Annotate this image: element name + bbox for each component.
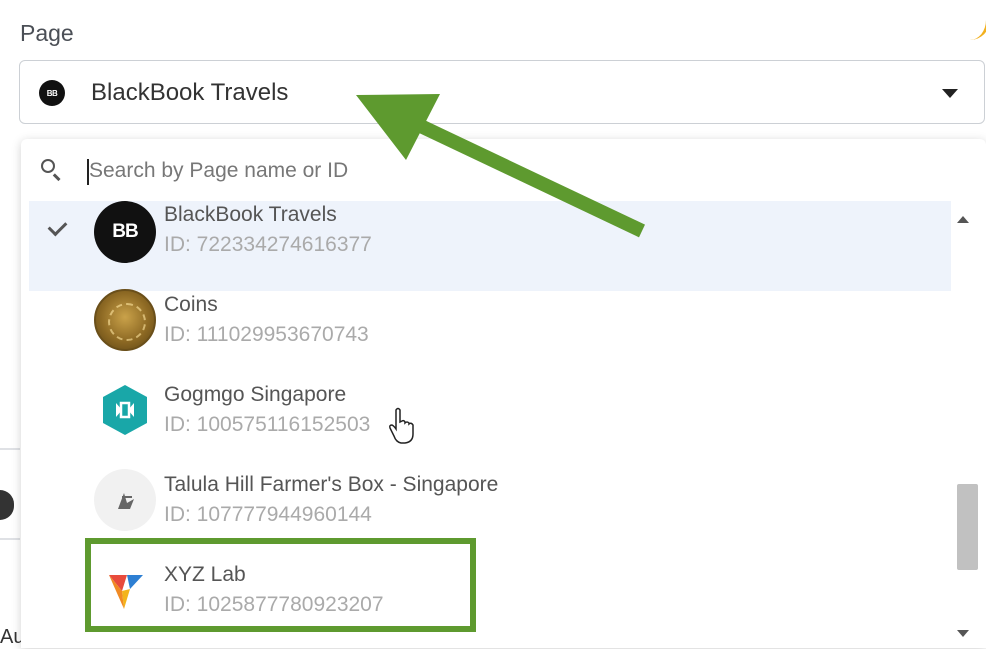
divider — [0, 538, 20, 540]
list-item[interactable]: Coins ID: 111029953670743 — [29, 273, 951, 363]
list-item[interactable]: Talula Hill Farmer's Box - Singapore ID:… — [29, 453, 951, 543]
page-name: BlackBook Travels — [164, 203, 337, 226]
divider — [0, 448, 20, 450]
selected-page-value: BlackBook Travels — [91, 79, 289, 106]
talula-logo-icon — [94, 469, 156, 531]
highlight-annotation — [85, 538, 476, 632]
page-name: Gogmgo Singapore — [164, 383, 347, 406]
text-cursor — [87, 159, 89, 185]
partial-icon — [0, 490, 14, 520]
selected-page-avatar: BB — [39, 80, 65, 106]
page-id: ID: 100575116152503 — [164, 413, 371, 436]
page-name: Talula Hill Farmer's Box - Singapore — [164, 473, 499, 496]
search-icon — [41, 159, 55, 173]
scrollbar[interactable] — [948, 200, 978, 648]
page-avatar: BB — [94, 201, 156, 263]
page-select[interactable]: BB BlackBook Travels — [19, 60, 985, 124]
caret-down-icon[interactable] — [942, 89, 958, 98]
page-label: Page — [20, 20, 74, 46]
coin-avatar-icon — [94, 289, 156, 351]
search-input[interactable] — [87, 153, 891, 189]
decorative-accent — [968, 0, 986, 40]
page-id: ID: 107777944960144 — [164, 503, 372, 526]
page-id: ID: 111029953670743 — [164, 323, 369, 346]
scroll-thumb[interactable] — [957, 484, 978, 570]
gogmgo-logo-icon — [94, 379, 156, 441]
hand-cursor-icon — [389, 407, 414, 444]
check-icon — [47, 216, 68, 237]
page-name: Coins — [164, 293, 218, 316]
list-item[interactable]: Gogmgo Singapore ID: 100575116152503 — [29, 363, 951, 453]
scroll-down-icon[interactable] — [957, 630, 969, 637]
page-id: ID: 722334274616377 — [164, 233, 372, 256]
scroll-up-icon[interactable] — [957, 216, 969, 223]
search-row — [21, 139, 986, 201]
